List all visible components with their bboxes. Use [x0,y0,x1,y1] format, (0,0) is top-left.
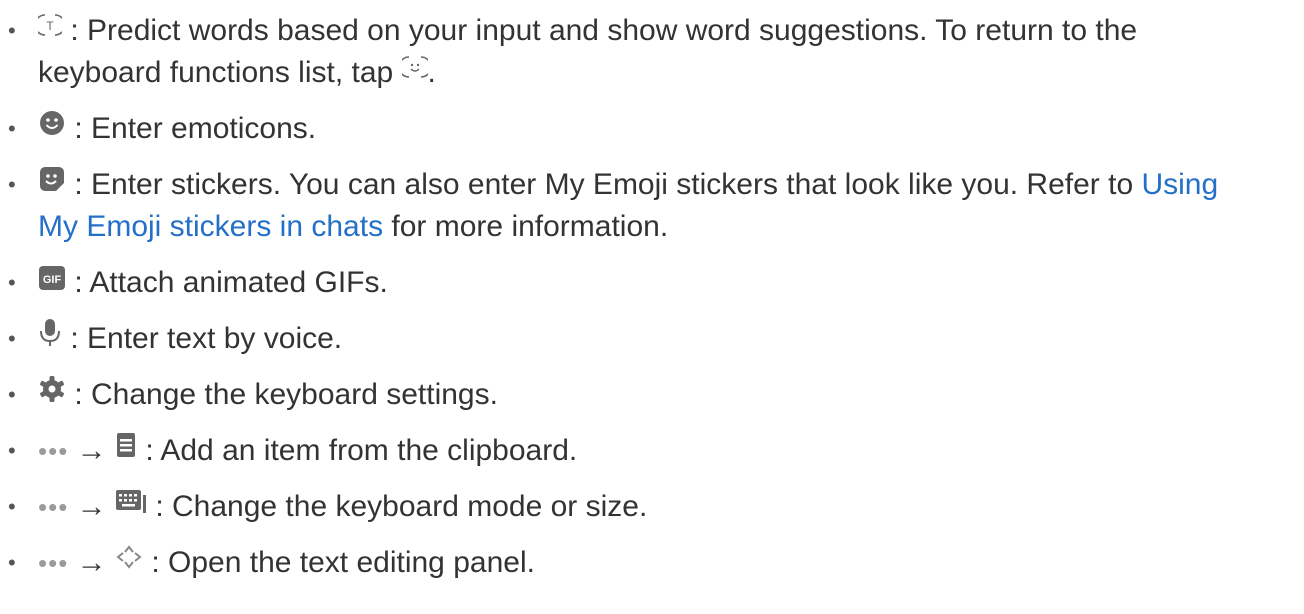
item-text: : Change the keyboard settings. [74,378,498,411]
item-line-1: : Enter stickers. You can also enter My … [38,164,1218,207]
bullet: • [8,438,16,463]
clipboard-icon [115,429,137,471]
more-options-icon: ••• [38,548,69,578]
item-text: : Add an item from the clipboard. [145,434,578,467]
arrow: → [76,434,107,467]
link-using-my-emoji-cont[interactable]: My Emoji stickers in chats [38,210,383,243]
link-using-my-emoji[interactable]: Using [1141,168,1218,201]
keyboard-functions-list: • T : Predict words based on your input … [0,0,1304,614]
bullet: • [8,18,16,43]
item-line-1: : Enter emoticons. [38,108,316,151]
microphone-icon [38,317,62,359]
item-text: : Enter text by voice. [70,322,343,355]
text-editing-icon [115,541,143,583]
item-text: : Enter emoticons. [74,112,317,145]
item-text: keyboard functions list, tap [38,56,402,89]
bullet: • [8,382,16,407]
item-line-2: My Emoji stickers in chats for more info… [38,206,668,248]
arrow: → [76,490,107,523]
item-line-1: GIF : Attach animated GIFs. [38,262,388,305]
more-options-icon: ••• [38,492,69,522]
bullet: • [8,494,16,519]
emoji-keyboard-return-icon [397,51,432,93]
arrow: → [76,546,107,579]
item-line-1: T : Predict words based on your input an… [34,9,1138,53]
keyboard-mode-icon [115,485,147,527]
item-text: : Enter stickers. You can also enter My … [74,168,1142,201]
item-line-1: ••• → : Add an item from the clipboard. [38,430,577,473]
bullet: • [8,270,16,295]
gear-icon [38,373,66,415]
smiley-icon [38,107,66,149]
gif-icon: GIF [38,261,66,303]
svg-text:GIF: GIF [43,274,62,286]
svg-text:T: T [46,19,54,33]
sticker-icon [38,163,66,205]
item-text: : Predict words based on your input and … [70,14,1138,47]
more-options-icon: ••• [38,436,69,466]
item-line-2: keyboard functions list, tap . [38,52,436,95]
item-line-1: : Enter text by voice. [38,318,342,361]
bullet: • [8,550,16,575]
bullet: • [8,116,16,141]
item-line-1: : Change the keyboard settings. [38,374,498,417]
item-text: : Open the text editing panel. [151,546,535,579]
predictive-text-icon: T [34,9,66,51]
bullet: • [8,172,16,197]
item-text: . [427,56,436,89]
item-line-1: ••• → : Change the keyboard mode or size… [38,486,647,529]
item-line-1: ••• → : Open the text editing panel. [38,542,535,585]
item-text: : Attach animated GIFs. [74,266,388,299]
bullet: • [8,326,16,351]
item-text: : Change the keyboard mode or size. [155,490,648,523]
item-text: for more information. [383,210,669,243]
